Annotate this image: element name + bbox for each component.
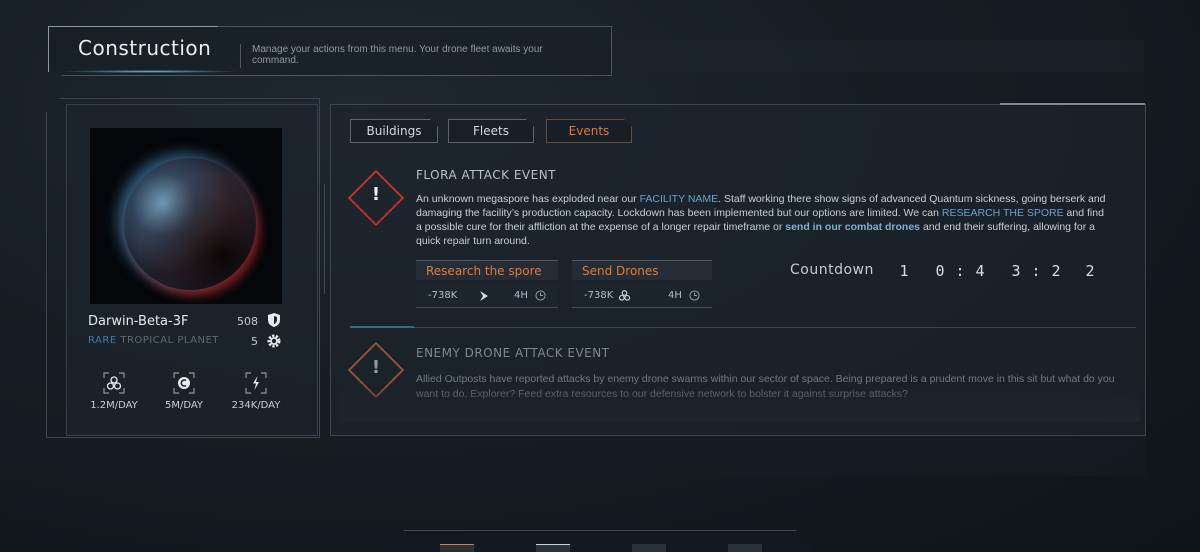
warning-icon: ! [371, 356, 381, 378]
page-title: Construction [78, 36, 212, 60]
tab-fleets[interactable]: Fleets [448, 119, 534, 143]
panel-shadow [330, 436, 1146, 476]
credit-rate: 5M/DAY [164, 400, 204, 411]
shield-icon [268, 313, 280, 327]
research-spore-button[interactable]: Research the spore [416, 260, 558, 280]
energy-icon [480, 291, 488, 301]
warning-icon: ! [371, 183, 381, 205]
energy-rate: 234K/DAY [231, 400, 281, 411]
planet-name: Darwin-Beta-3F [88, 314, 189, 329]
countdown-separator: : [955, 262, 965, 280]
scroll-fade [340, 382, 1140, 422]
countdown-digit: 0 [935, 262, 945, 280]
bottom-nav-item[interactable] [728, 544, 762, 552]
research-highlight: RESEARCH THE SPORE [941, 207, 1064, 219]
gear-icon [267, 334, 281, 348]
event-description: An unknown megaspore has exploded near o… [416, 192, 1106, 248]
drone-icon [103, 372, 125, 394]
drones-cost-row: -738K 4H [572, 284, 712, 308]
countdown-label: Countdown [790, 262, 874, 278]
event-text-part: An unknown megaspore has exploded near o… [416, 193, 640, 205]
tab-buildings[interactable]: Buildings [350, 119, 438, 143]
drones-time: 4H [668, 290, 682, 301]
drone-icon [618, 290, 631, 301]
drone-rate: 1.2M/DAY [90, 400, 138, 411]
planet-type: TROPICAL PLANET [120, 335, 219, 346]
resource-credits: 5M/DAY [148, 372, 220, 411]
header-divider [240, 44, 241, 68]
event-title: ENEMY DRONE ATTACK EVENT [416, 346, 610, 360]
planet-globe [124, 158, 256, 290]
header-description: Manage your actions from this menu. Your… [252, 44, 543, 66]
planet-class: RARE TROPICAL PLANET [88, 335, 219, 346]
level-value: 5 [251, 335, 258, 348]
clock-icon [689, 290, 700, 301]
research-cost: -738K [428, 290, 458, 301]
resource-drones: 1.2M/DAY [78, 372, 150, 411]
energy-icon [245, 372, 267, 394]
send-drones-button[interactable]: Send Drones [572, 260, 712, 280]
countdown-digit: 4 [975, 262, 985, 280]
events-panel-accent [1000, 103, 1145, 105]
clock-icon [535, 290, 546, 301]
drones-cost: -738K [584, 290, 614, 301]
header-bar [612, 40, 1144, 72]
header-glow [60, 70, 240, 73]
planet-rarity: RARE [88, 335, 117, 346]
countdown-separator: : [1031, 262, 1041, 280]
resource-energy: 234K/DAY [220, 372, 292, 411]
bottom-nav-item[interactable] [632, 544, 666, 552]
countdown-digit: 3 [1011, 262, 1021, 280]
event-separator-highlight [350, 326, 414, 328]
bottom-nav-item[interactable] [536, 544, 570, 552]
facility-name: FACILITY NAME [639, 193, 719, 205]
countdown-digit: 1 [899, 262, 909, 280]
planet-image[interactable] [90, 128, 282, 304]
research-time: 4H [514, 290, 528, 301]
drones-highlight: send in our combat drones [785, 221, 921, 233]
event-title: FLORA ATTACK EVENT [416, 168, 557, 182]
countdown-digit: 2 [1085, 262, 1095, 280]
bottom-nav-item[interactable] [440, 544, 474, 552]
countdown-digit: 2 [1051, 262, 1061, 280]
event-separator [350, 327, 1136, 328]
credit-icon [173, 372, 195, 394]
tab-events[interactable]: Events [546, 119, 632, 143]
panel-divider [324, 184, 325, 294]
defense-value: 508 [237, 315, 258, 328]
research-cost-row: -738K 4H [416, 284, 558, 308]
